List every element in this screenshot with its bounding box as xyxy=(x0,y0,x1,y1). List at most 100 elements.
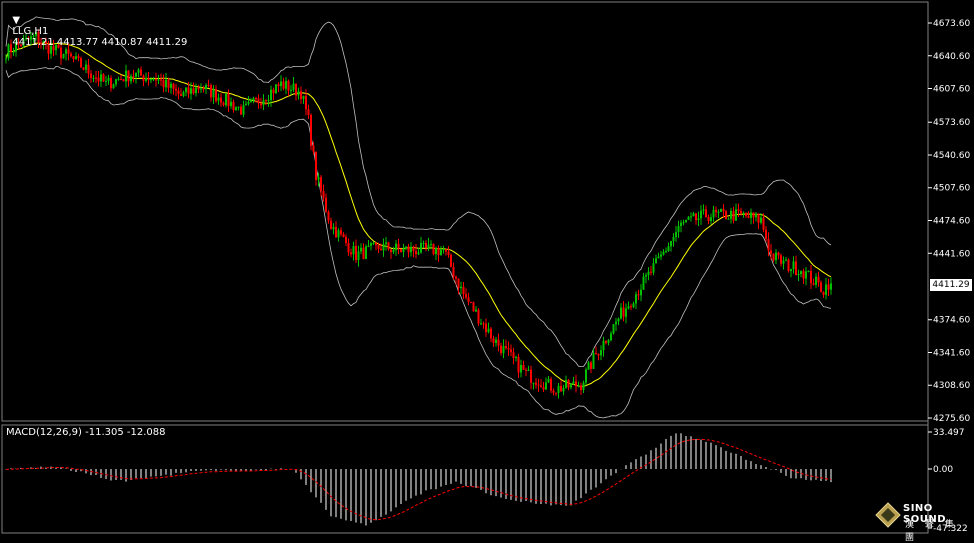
candle-body xyxy=(515,356,517,359)
price-tick-label: 4474.60 xyxy=(933,217,970,227)
candle-body xyxy=(380,248,382,251)
candle-body xyxy=(632,303,635,308)
candle-body xyxy=(397,243,400,249)
candle-body xyxy=(227,93,230,107)
candle-body xyxy=(630,306,632,308)
candle-body xyxy=(310,114,312,146)
candle-body xyxy=(742,212,745,214)
candle-body xyxy=(702,209,705,211)
candle-body xyxy=(280,81,282,87)
dropdown-triangle-icon[interactable]: ▼ xyxy=(12,15,20,26)
candle-body xyxy=(710,217,712,221)
candle-body xyxy=(810,270,812,284)
candle-body xyxy=(505,346,507,349)
candle-body xyxy=(277,84,280,87)
candle-body xyxy=(645,275,647,277)
candle-body xyxy=(717,211,720,213)
candle-body xyxy=(795,261,797,276)
candle-body xyxy=(202,88,205,90)
candle-body xyxy=(340,230,342,235)
candle-body xyxy=(167,79,170,88)
candle-body xyxy=(95,77,97,79)
candle-body xyxy=(720,208,722,212)
candle-body xyxy=(217,97,220,101)
candle-body xyxy=(182,92,185,96)
candle-body xyxy=(190,88,192,94)
candle-body xyxy=(690,216,692,218)
sino-sound-logo: SINO SOUND 漢 聲 集 團 xyxy=(873,500,973,543)
candle-body xyxy=(582,382,585,390)
candle-body xyxy=(635,294,637,304)
candle-body xyxy=(457,278,460,289)
candle-body xyxy=(430,244,432,246)
symbol-label: LLG,H1 xyxy=(12,26,49,37)
candle-body xyxy=(215,88,217,101)
candle-body xyxy=(405,246,407,249)
candle-body xyxy=(302,95,305,99)
candle-body xyxy=(525,369,527,371)
candle-body xyxy=(285,80,287,89)
candle-body xyxy=(87,64,90,74)
candle-body xyxy=(382,244,385,251)
candle-body xyxy=(287,80,290,91)
price-tick-label: 4308.60 xyxy=(933,381,970,391)
candle-body xyxy=(480,323,482,325)
candle-body xyxy=(392,250,395,253)
candle-body xyxy=(117,79,120,81)
candle-body xyxy=(172,83,175,89)
candle-body xyxy=(617,318,620,322)
candle-body xyxy=(315,151,317,180)
candle-body xyxy=(272,89,275,94)
candle-body xyxy=(337,230,340,238)
price-panel-frame xyxy=(1,1,929,422)
symbol-header: ▼ LLG,H1 4411.21 4413.77 4410.87 4411.29 xyxy=(6,4,187,48)
candle-body xyxy=(487,328,490,333)
candle-body xyxy=(72,56,75,59)
candle-body xyxy=(467,297,470,302)
candle-body xyxy=(722,208,725,212)
candle-body xyxy=(812,283,815,285)
candle-body xyxy=(460,286,462,289)
candle-body xyxy=(155,78,157,81)
candle-body xyxy=(672,237,675,241)
candle-body xyxy=(450,254,452,267)
candle-body xyxy=(732,210,735,221)
candle-body xyxy=(347,242,350,253)
candle-body xyxy=(507,348,510,350)
candle-body xyxy=(132,76,135,78)
candle-body xyxy=(787,259,790,271)
candle-body xyxy=(557,385,560,393)
candle-body xyxy=(565,379,567,388)
current-price-tag: 4411.29 xyxy=(930,279,972,291)
candle-body xyxy=(697,218,700,220)
candle-body xyxy=(820,282,822,292)
candle-body xyxy=(662,251,665,255)
candle-body xyxy=(675,232,677,238)
candle-body xyxy=(705,209,707,218)
candle-body xyxy=(355,246,357,260)
candle-body xyxy=(577,385,580,387)
candle-body xyxy=(222,102,225,106)
candle-body xyxy=(572,381,575,384)
candle-body xyxy=(247,101,250,104)
candle-body xyxy=(160,79,162,81)
candle-body xyxy=(327,211,330,221)
candle-body xyxy=(390,249,392,253)
candle-body xyxy=(85,64,87,70)
candle-body xyxy=(580,385,582,390)
candle-body xyxy=(657,256,660,259)
candle-body xyxy=(660,254,662,257)
candle-body xyxy=(67,49,70,54)
upper-band xyxy=(5,16,832,367)
candle-body xyxy=(462,286,465,295)
candle-body xyxy=(142,75,145,81)
candle-body xyxy=(225,93,227,106)
candle-body xyxy=(497,339,500,346)
candle-body xyxy=(512,352,515,359)
candle-body xyxy=(642,276,645,290)
candle-body xyxy=(177,90,180,95)
candle-body xyxy=(187,87,190,94)
candle-body xyxy=(712,209,715,218)
candle-body xyxy=(692,213,695,217)
candle-body xyxy=(110,77,112,89)
